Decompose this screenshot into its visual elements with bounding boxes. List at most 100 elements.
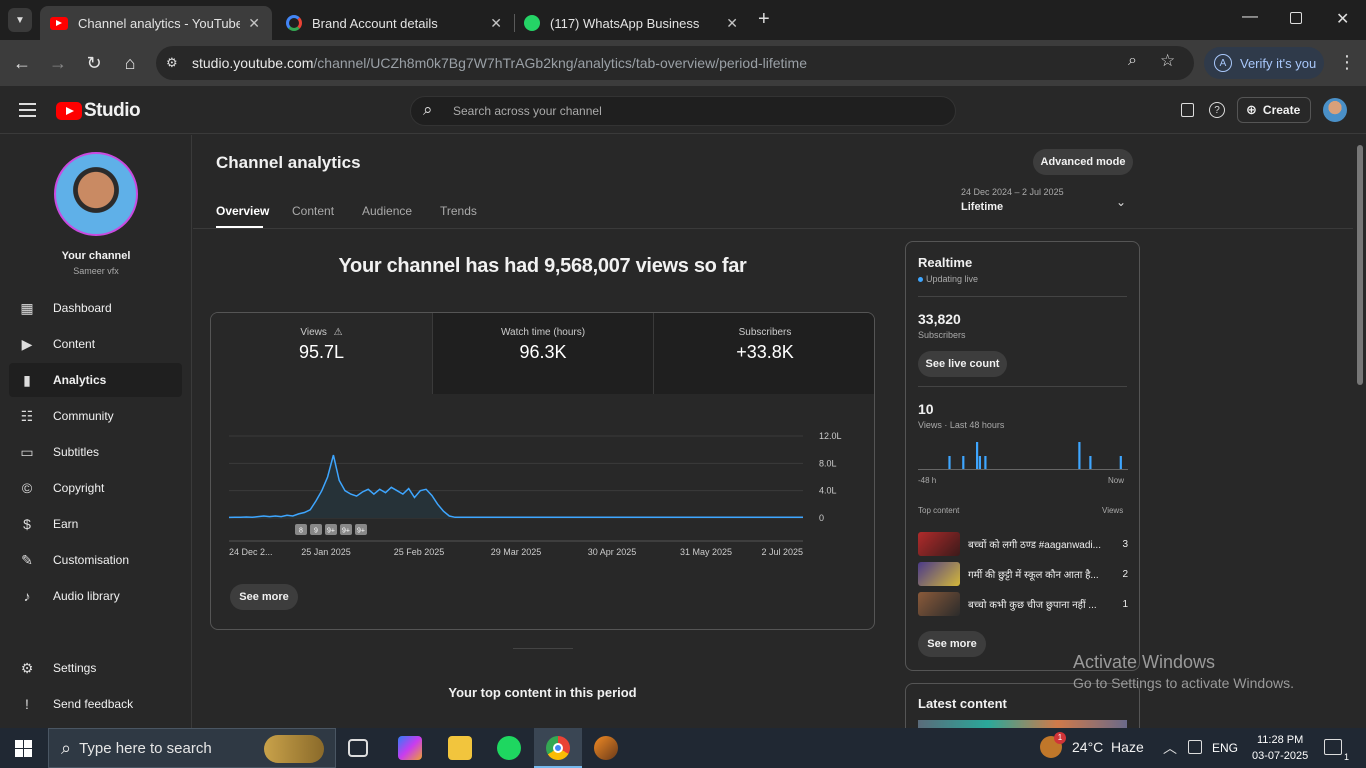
chevron-up-icon[interactable]: ︿ [1163, 738, 1177, 758]
axis-end-label: Now [1108, 476, 1125, 485]
restore-button[interactable] [1290, 12, 1302, 24]
chrome-taskbar-button[interactable] [534, 728, 582, 768]
period-selector[interactable]: 24 Dec 2024 – 2 Jul 2025 Lifetime ⌄ [961, 187, 1131, 217]
notification-center-icon[interactable]: 1 [1324, 739, 1349, 762]
whatsapp-icon [524, 15, 540, 31]
close-window-button[interactable]: ✕ [1336, 9, 1349, 29]
copilot-icon[interactable] [398, 736, 422, 760]
chevron-down-icon: ▼ [15, 14, 25, 26]
tab-content[interactable]: Content [292, 204, 334, 218]
url-text: studio.youtube.com/channel/UCZh8m0k7Bg7W… [192, 55, 807, 71]
x-tick-label: 30 Apr 2025 [588, 547, 637, 557]
create-button[interactable]: ⊕ Create [1237, 97, 1311, 123]
tab-overview[interactable]: Overview [216, 204, 269, 218]
views-chart[interactable]: 12.0L 8.0L 4.0L 0 8 9 9+ 9+ 9+ 24 Dec 2... 25 Jan … [211, 394, 875, 564]
back-button[interactable]: ← [9, 50, 35, 76]
weather-widget[interactable]: 1 24°C Haze [1040, 732, 1144, 758]
tab-channel-analytics[interactable]: Channel analytics - YouTube Studio ✕ [40, 6, 272, 40]
top-content-label: Top content [918, 506, 960, 515]
language-indicator[interactable]: ENG [1212, 741, 1238, 755]
realtime-bar [948, 456, 951, 469]
windows-start-icon[interactable] [15, 740, 32, 757]
period-range: 24 Dec 2024 – 2 Jul 2025 [961, 187, 1064, 197]
tab-trends[interactable]: Trends [440, 204, 477, 218]
latest-content-title: Latest content [918, 696, 1007, 711]
sidebar-item-settings[interactable]: ⚙ Settings [9, 651, 182, 685]
file-explorer-icon[interactable] [448, 736, 472, 760]
menu-dots-icon[interactable]: ⋮ [1338, 52, 1356, 73]
close-icon[interactable]: ✕ [248, 15, 260, 32]
section-divider [513, 648, 573, 649]
tab-audience[interactable]: Audience [362, 204, 412, 218]
tab-brand-account[interactable]: Brand Account details ✕ [276, 6, 514, 40]
channel-title: Your channel [61, 250, 131, 262]
fl-studio-icon[interactable] [594, 736, 618, 760]
zoom-icon[interactable]: ⌕ [1128, 52, 1137, 70]
forward-button[interactable]: → [45, 50, 71, 76]
help-icon[interactable]: ? [1209, 102, 1225, 118]
studio-logo[interactable]: Studio [56, 100, 141, 122]
site-info-icon[interactable]: ⚙ [166, 55, 178, 71]
sidebar-item-copyright[interactable]: © Copyright [9, 471, 182, 505]
scrollbar-track[interactable] [1357, 145, 1363, 385]
new-tab-button[interactable]: + [758, 8, 770, 31]
bookmark-star-icon[interactable]: ☆ [1160, 51, 1175, 71]
metric-watch-time[interactable]: Watch time (hours) 96.3K [432, 313, 653, 394]
top-content-row[interactable]: बच्चो कभी कुछ चीज छुपाना नहीं ... 1 [918, 592, 1128, 616]
sidebar-item-content[interactable]: ▶ Content [9, 327, 182, 361]
channel-search-input[interactable]: ⌕ Search across your channel [410, 96, 956, 126]
sidebar-item-dashboard[interactable]: ▦ Dashboard [9, 291, 182, 325]
realtime-see-more-button[interactable]: See more [918, 631, 986, 657]
sidebar-item-subtitles[interactable]: ▭ Subtitles [9, 435, 182, 469]
youtube-icon [56, 102, 82, 120]
top-content-heading: Your top content in this period [448, 685, 637, 700]
see-more-button[interactable]: See more [230, 584, 298, 610]
realtime-views-label: Views · Last 48 hours [918, 420, 1005, 430]
activate-windows-watermark: Activate Windows Go to Settings to activ… [1073, 652, 1294, 691]
y-tick-label: 8.0L [819, 458, 837, 468]
channel-name: Sameer vfx [73, 266, 119, 276]
google-icon [286, 15, 302, 31]
avatar[interactable] [1323, 98, 1347, 122]
omnibox[interactable]: ⚙ studio.youtube.com/channel/UCZh8m0k7Bg… [156, 46, 1194, 80]
reload-button[interactable]: ↻ [81, 50, 107, 76]
sidebar-item-earn[interactable]: $ Earn [9, 507, 182, 541]
close-icon[interactable]: ✕ [490, 15, 502, 32]
channel-avatar[interactable] [54, 152, 138, 236]
sidebar-item-audio-library[interactable]: ♪ Audio library [9, 579, 182, 613]
sidebar-item-send-feedback[interactable]: ! Send feedback [9, 687, 182, 721]
metric-views[interactable]: Views ⚠ 95.7L [211, 313, 432, 394]
see-live-count-button[interactable]: See live count [918, 351, 1007, 377]
taskbar-search-input[interactable]: ⌕ Type here to search [48, 728, 336, 768]
sidebar-item-customisation[interactable]: ✎ Customisation [9, 543, 182, 577]
spotify-icon[interactable] [497, 736, 521, 760]
windows-taskbar: ⌕ Type here to search 1 24°C Haze ︿ ENG … [0, 728, 1366, 768]
clock[interactable]: 11:28 PM 03-07-2025 [1252, 732, 1308, 764]
close-icon[interactable]: ✕ [726, 15, 738, 32]
home-button[interactable]: ⌂ [117, 50, 143, 76]
top-content-row[interactable]: गर्मी की छुट्टी में स्कूल कौन आता है... … [918, 562, 1128, 586]
verify-identity-button[interactable]: A Verify it's you [1204, 47, 1324, 79]
realtime-views-value: 10 [918, 401, 934, 417]
sidebar-item-community[interactable]: ☷ Community [9, 399, 182, 433]
top-content-row[interactable]: बच्चों को लगी ठण्ड #aaganwadi... 3 [918, 532, 1128, 556]
hamburger-menu-icon[interactable] [19, 103, 36, 117]
tab-whatsapp[interactable]: (117) WhatsApp Business ✕ [514, 6, 750, 40]
views-headline: Your channel has had 9,568,007 views so … [338, 255, 747, 277]
header-divider [193, 228, 1353, 229]
realtime-views-bars[interactable] [918, 438, 1128, 470]
realtime-bar [976, 442, 979, 469]
x-tick-label: 2 Jul 2025 [761, 547, 803, 557]
metric-subscribers[interactable]: Subscribers +33.8K [653, 313, 874, 394]
tab-title: Channel analytics - YouTube Studio [78, 15, 241, 31]
advanced-mode-button[interactable]: Advanced mode [1033, 149, 1133, 175]
search-highlight-icon [264, 735, 324, 763]
chart-marker-label: 9+ [342, 528, 350, 535]
minimize-button[interactable]: — [1242, 8, 1258, 26]
tab-search-button[interactable]: ▼ [8, 8, 32, 32]
analytics-main: Channel analytics Advanced mode Overview… [193, 135, 1363, 743]
task-view-icon[interactable] [348, 739, 368, 757]
meet-now-icon[interactable] [1188, 740, 1202, 754]
sidebar-item-analytics[interactable]: ▮ Analytics [9, 363, 182, 397]
feedback-icon[interactable] [1181, 103, 1194, 117]
